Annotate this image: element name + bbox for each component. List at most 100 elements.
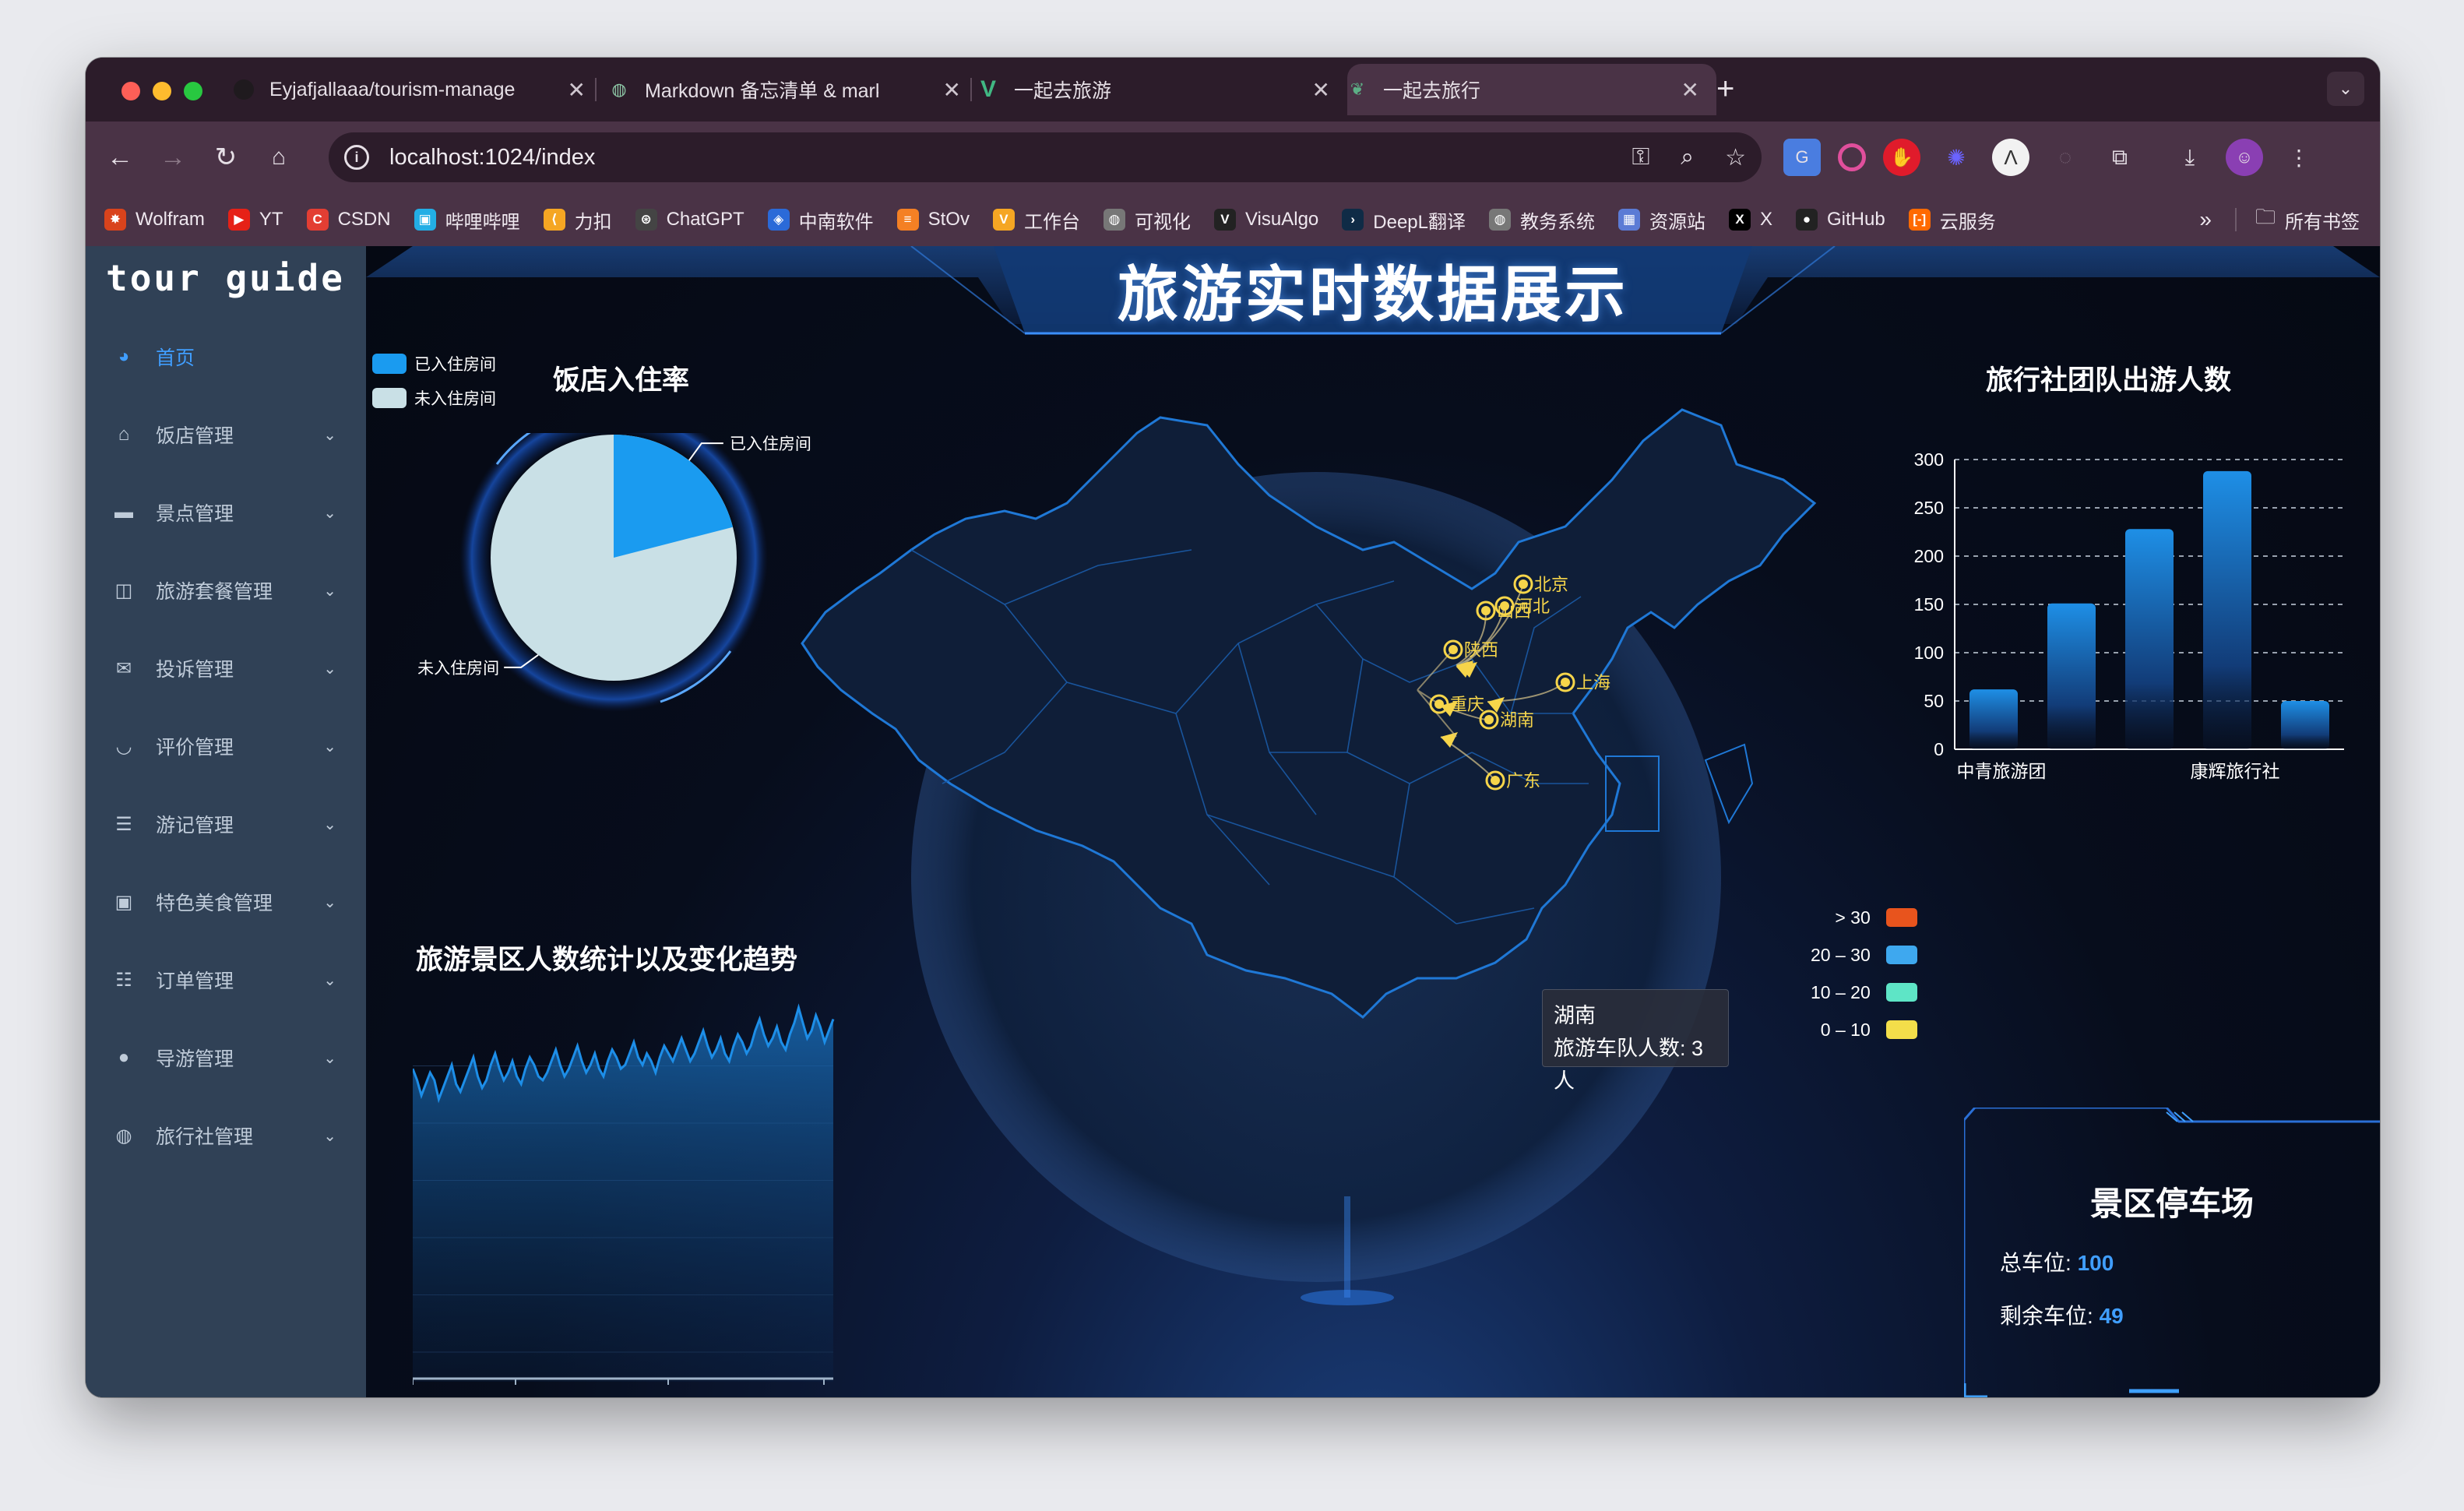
new-tab-button[interactable]: + — [1716, 72, 1734, 107]
sidebar-item-1[interactable]: ⌂ 饭店管理 ⌄ — [86, 411, 366, 458]
bar[interactable] — [2281, 701, 2329, 749]
color-extension-icon[interactable] — [1838, 143, 1866, 171]
all-bookmarks[interactable]: » 🗀 所有书签 — [2199, 193, 2360, 246]
tab-active[interactable]: ❦ 一起去旅行 ✕ — [1347, 64, 1716, 115]
close-tab-icon[interactable]: ✕ — [568, 77, 586, 103]
bookmark-item[interactable]: ⊛ ChatGPT — [635, 209, 744, 231]
sidebar-item-label: 评价管理 — [156, 737, 234, 759]
forward-button[interactable]: → — [154, 139, 192, 176]
sidebar-item-7[interactable]: ▣ 特色美食管理 ⌄ — [86, 879, 366, 925]
sidebar-item-3[interactable]: ◫ 旅游套餐管理 ⌄ — [86, 567, 366, 614]
bar[interactable] — [2203, 470, 2251, 749]
book-icon: ◫ — [114, 579, 133, 601]
translate-extension-icon[interactable]: G — [1783, 139, 1821, 176]
close-tab-icon[interactable]: ✕ — [1681, 77, 1699, 103]
bar[interactable] — [2047, 603, 2096, 749]
bookmark-item[interactable]: ◍ 可视化 — [1103, 206, 1191, 234]
bookmark-item[interactable]: [-] 云服务 — [1908, 206, 1996, 234]
agency-bar-chart: 300 250 200 150 100 50 0 中青旅游团 康辉旅行社 — [1914, 449, 2344, 781]
bookmark-item[interactable]: XX — [1729, 209, 1772, 231]
y-tick-label: 300 — [1914, 449, 1944, 470]
bookmark-item[interactable]: ≡ StOv — [896, 209, 970, 231]
legend-item-occupied[interactable]: 已入住房间 — [372, 352, 496, 375]
disabled-extension-icon[interactable]: ◌ — [2047, 139, 2084, 176]
user-icon: ● — [118, 1047, 130, 1068]
hotel-icon: ⌂ — [118, 424, 130, 445]
visual-map-item[interactable]: 20 – 30 — [1811, 936, 1917, 974]
close-window-button[interactable] — [121, 82, 140, 100]
extensions-puzzle-icon[interactable]: ⧉ — [2101, 139, 2138, 176]
markdown-icon: ◍ — [611, 79, 627, 99]
home-button[interactable]: ⌂ — [260, 139, 297, 176]
sidebar-item-9[interactable]: ● 导游管理 ⌄ — [86, 1034, 366, 1081]
logo[interactable]: tour guide — [106, 257, 345, 299]
image-icon: ▣ — [114, 891, 133, 913]
hand-extension-icon[interactable]: ✋ — [1883, 139, 1920, 176]
tab-search-button[interactable]: ⌄ — [2327, 72, 2364, 106]
tab-vue[interactable]: V 一起去旅游 ✕ — [978, 64, 1347, 115]
bookmark-item[interactable]: V VisuAlgo — [1213, 209, 1318, 231]
pie-label-vacant: 未入住房间 — [417, 660, 499, 678]
bookmark-item[interactable]: ◍ 教务系统 — [1489, 206, 1595, 234]
legend-item-vacant[interactable]: 未入住房间 — [372, 386, 496, 410]
visual-map-item[interactable]: 0 – 10 — [1811, 1011, 1917, 1048]
maximize-window-button[interactable] — [184, 82, 202, 100]
url-text[interactable]: localhost:1024/index — [389, 145, 595, 171]
bookmark-item[interactable]: ◈ 中南软件 — [767, 206, 874, 234]
avatar[interactable]: ☺ — [2226, 139, 2263, 176]
pie-legend: 已入住房间 未入住房间 — [372, 352, 496, 421]
bar[interactable] — [2125, 529, 2174, 749]
tab-github[interactable]: Eyjafjallaaa/tourism-manage ✕ — [234, 64, 603, 115]
china-map[interactable]: 北京河北山西陕西上海重庆湖南广东 — [771, 347, 1924, 1397]
github-icon — [234, 79, 254, 100]
password-key-icon[interactable]: ⚿ — [1632, 144, 1649, 171]
sidebar-item-6[interactable]: ☰ 游记管理 ⌄ — [86, 801, 366, 847]
profile-a-icon[interactable]: Λ — [1992, 139, 2029, 176]
bookmark-item[interactable]: › DeepL翻译 — [1342, 206, 1466, 234]
sidebar-item-4[interactable]: ✉ 投诉管理 ⌄ — [86, 645, 366, 692]
close-tab-icon[interactable]: ✕ — [943, 77, 961, 103]
close-tab-icon[interactable]: ✕ — [1312, 77, 1330, 103]
bookmark-item[interactable]: V 工作台 — [992, 206, 1080, 234]
bookmark-item[interactable]: C CSDN — [306, 209, 391, 231]
sidebar-item-8[interactable]: ☷ 订单管理 ⌄ — [86, 956, 366, 1003]
visual-map-swatch — [1885, 983, 1917, 1002]
sidebar-item-5[interactable]: ◡ 评价管理 ⌄ — [86, 723, 366, 770]
visual-map-label: > 30 — [1835, 907, 1871, 928]
sidebar-item-0[interactable]: ◕ 首页 — [86, 333, 366, 380]
bar[interactable] — [1969, 689, 2018, 749]
chevron-down-icon: ⌄ — [323, 815, 336, 833]
city-label: 重庆 — [1450, 695, 1484, 714]
bookmark-item[interactable]: ⟨ 力扣 — [543, 206, 612, 234]
bookmark-icon: ▶ — [227, 209, 250, 231]
zoom-icon[interactable]: ⌕ — [1681, 144, 1694, 171]
bookmark-label: ChatGPT — [666, 209, 744, 230]
spark-extension-icon[interactable]: ✺ — [1938, 139, 1975, 176]
tab-markdown[interactable]: ◍ Markdown 备忘清单 & markdown ✕ — [609, 64, 978, 115]
menu-kebab-icon[interactable]: ⋮ — [2280, 139, 2318, 176]
minimize-window-button[interactable] — [153, 82, 171, 100]
bookmark-item[interactable]: ✸ Wolfram — [104, 209, 205, 231]
sidebar-item-10[interactable]: ◍ 旅行社管理 ⌄ — [86, 1112, 366, 1159]
window-controls — [121, 82, 202, 100]
bookmark-icon: ▦ — [1618, 209, 1640, 231]
all-bookmarks-label: 所有书签 — [2285, 211, 2360, 233]
address-bar[interactable]: i localhost:1024/index ⚿ ⌕ ☆ — [329, 132, 1762, 182]
bookmark-item[interactable]: ▣ 哔哩哔哩 — [414, 206, 520, 234]
bookmark-item[interactable]: ● GitHub — [1796, 209, 1885, 231]
site-info-icon[interactable]: i — [344, 145, 369, 170]
bookmark-star-icon[interactable]: ☆ — [1725, 144, 1746, 171]
back-button[interactable]: ← — [101, 139, 139, 176]
city-label: 北京 — [1534, 575, 1568, 594]
bookmark-item[interactable]: ▶ YT — [227, 209, 283, 231]
reload-button[interactable]: ↻ — [207, 139, 245, 176]
visual-map-item[interactable]: 10 – 20 — [1811, 974, 1917, 1011]
bookmark-item[interactable]: ▦ 资源站 — [1618, 206, 1705, 234]
download-icon[interactable]: ⤓ — [2171, 139, 2209, 176]
parking-total: 总车位: 100 — [2000, 1251, 2114, 1275]
chevron-down-icon: ⌄ — [323, 1127, 336, 1145]
more-bookmarks-icon[interactable]: » — [2199, 207, 2212, 232]
visual-map-item[interactable]: > 30 — [1811, 899, 1917, 936]
sidebar-item-2[interactable]: ▬ 景点管理 ⌄ — [86, 489, 366, 536]
chevron-down-icon: ⌄ — [323, 738, 336, 756]
